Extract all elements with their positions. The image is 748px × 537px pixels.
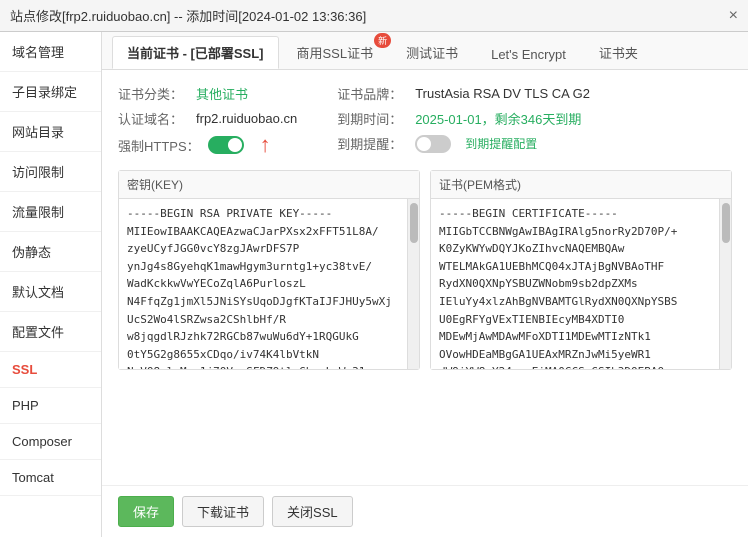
sidebar-item-domain[interactable]: 域名管理	[0, 32, 101, 72]
sidebar-item-tomcat[interactable]: Tomcat	[0, 460, 101, 496]
cert-type-label: 证书分类：	[118, 84, 188, 103]
cert-type-row: 证书分类： 其他证书	[118, 84, 297, 103]
sidebar-item-subdomain[interactable]: 子目录绑定	[0, 72, 101, 112]
expire-label: 到期时间：	[337, 109, 407, 128]
cert-panel: 证书(PEM格式)	[430, 170, 732, 370]
cert-type-value: 其他证书	[196, 84, 248, 103]
auth-domain-row: 认证域名： frp2.ruiduobao.cn	[118, 109, 297, 128]
sidebar-item-website-dir[interactable]: 网站目录	[0, 112, 101, 152]
titlebar-title: 站点修改[frp2.ruiduobao.cn] -- 添加时间[2024-01-…	[10, 6, 366, 25]
tab-commercial-ssl[interactable]: 商用SSL证书新	[282, 36, 389, 69]
sidebar-item-config-file[interactable]: 配置文件	[0, 312, 101, 352]
cert-panel-header: 证书(PEM格式)	[431, 171, 731, 199]
titlebar: 站点修改[frp2.ruiduobao.cn] -- 添加时间[2024-01-…	[0, 0, 748, 32]
toggle-thumb	[228, 138, 242, 152]
key-panel-body-wrap	[119, 199, 419, 369]
sidebar-item-php[interactable]: PHP	[0, 388, 101, 424]
cert-brand-label: 证书品牌：	[337, 84, 407, 103]
content-area: 当前证书 - [已部署SSL]商用SSL证书新测试证书Let's Encrypt…	[102, 32, 748, 537]
sidebar-item-default-doc[interactable]: 默认文档	[0, 272, 101, 312]
sidebar-item-composer[interactable]: Composer	[0, 424, 101, 460]
tab-current-cert[interactable]: 当前证书 - [已部署SSL]	[112, 36, 279, 69]
cert-textarea[interactable]	[431, 199, 719, 369]
sidebar: 域名管理子目录绑定网站目录访问限制流量限制伪静态默认文档配置文件SSLPHPCo…	[0, 32, 102, 537]
toggle-track	[208, 136, 244, 154]
key-cert-panels: 密钥(KEY) 证书(PEM格式)	[118, 170, 732, 370]
remind-toggle-track	[415, 135, 451, 153]
cert-info-left: 证书分类： 其他证书 认证域名： frp2.ruiduobao.cn 强制HTT…	[118, 84, 297, 156]
tab-cert-folder[interactable]: 证书夹	[584, 36, 653, 69]
cert-scrollbar[interactable]	[719, 199, 731, 369]
sidebar-item-access-limit[interactable]: 访问限制	[0, 152, 101, 192]
expire-value: 2025-01-01，剩余346天到期	[415, 109, 581, 128]
remind-label: 到期提醒：	[337, 134, 407, 153]
tab-test-cert[interactable]: 测试证书	[391, 36, 473, 69]
arrow-annotation: ↑	[260, 134, 271, 156]
footer-buttons: 保存 下载证书 关闭SSL	[102, 485, 748, 537]
force-https-label: 强制HTTPS：	[118, 136, 200, 155]
auth-domain-label: 认证域名：	[118, 109, 188, 128]
cert-info-section: 证书分类： 其他证书 认证域名： frp2.ruiduobao.cn 强制HTT…	[118, 84, 732, 156]
remind-toggle[interactable]	[415, 135, 451, 153]
key-panel-header: 密钥(KEY)	[119, 171, 419, 199]
remind-config-link[interactable]: 到期提醒配置	[465, 135, 537, 152]
force-https-toggle[interactable]	[208, 136, 244, 154]
expire-row: 到期时间： 2025-01-01，剩余346天到期	[337, 109, 590, 128]
key-textarea[interactable]	[119, 199, 407, 369]
download-cert-button[interactable]: 下载证书	[182, 496, 264, 527]
cert-scrollbar-thumb	[722, 203, 730, 243]
key-scrollbar-thumb	[410, 203, 418, 243]
sidebar-item-traffic-limit[interactable]: 流量限制	[0, 192, 101, 232]
save-button[interactable]: 保存	[118, 496, 174, 527]
sidebar-item-pseudo-static[interactable]: 伪静态	[0, 232, 101, 272]
cert-info-right: 证书品牌： TrustAsia RSA DV TLS CA G2 到期时间： 2…	[337, 84, 590, 156]
close-window-button[interactable]: ×	[729, 7, 738, 25]
content-inner: 证书分类： 其他证书 认证域名： frp2.ruiduobao.cn 强制HTT…	[102, 70, 748, 485]
key-panel: 密钥(KEY)	[118, 170, 420, 370]
main-layout: 域名管理子目录绑定网站目录访问限制流量限制伪静态默认文档配置文件SSLPHPCo…	[0, 32, 748, 537]
remind-row: 到期提醒： 到期提醒配置	[337, 134, 590, 153]
close-ssl-button[interactable]: 关闭SSL	[272, 496, 353, 527]
auth-domain-value: frp2.ruiduobao.cn	[196, 111, 297, 126]
tab-bar: 当前证书 - [已部署SSL]商用SSL证书新测试证书Let's Encrypt…	[102, 32, 748, 70]
cert-panel-body-wrap	[431, 199, 731, 369]
tab-lets-encrypt[interactable]: Let's Encrypt	[476, 40, 581, 69]
remind-toggle-thumb	[417, 137, 431, 151]
cert-brand-value: TrustAsia RSA DV TLS CA G2	[415, 86, 590, 101]
sidebar-item-ssl[interactable]: SSL	[0, 352, 101, 388]
force-https-row: 强制HTTPS： ↑	[118, 134, 297, 156]
cert-brand-row: 证书品牌： TrustAsia RSA DV TLS CA G2	[337, 84, 590, 103]
key-scrollbar[interactable]	[407, 199, 419, 369]
